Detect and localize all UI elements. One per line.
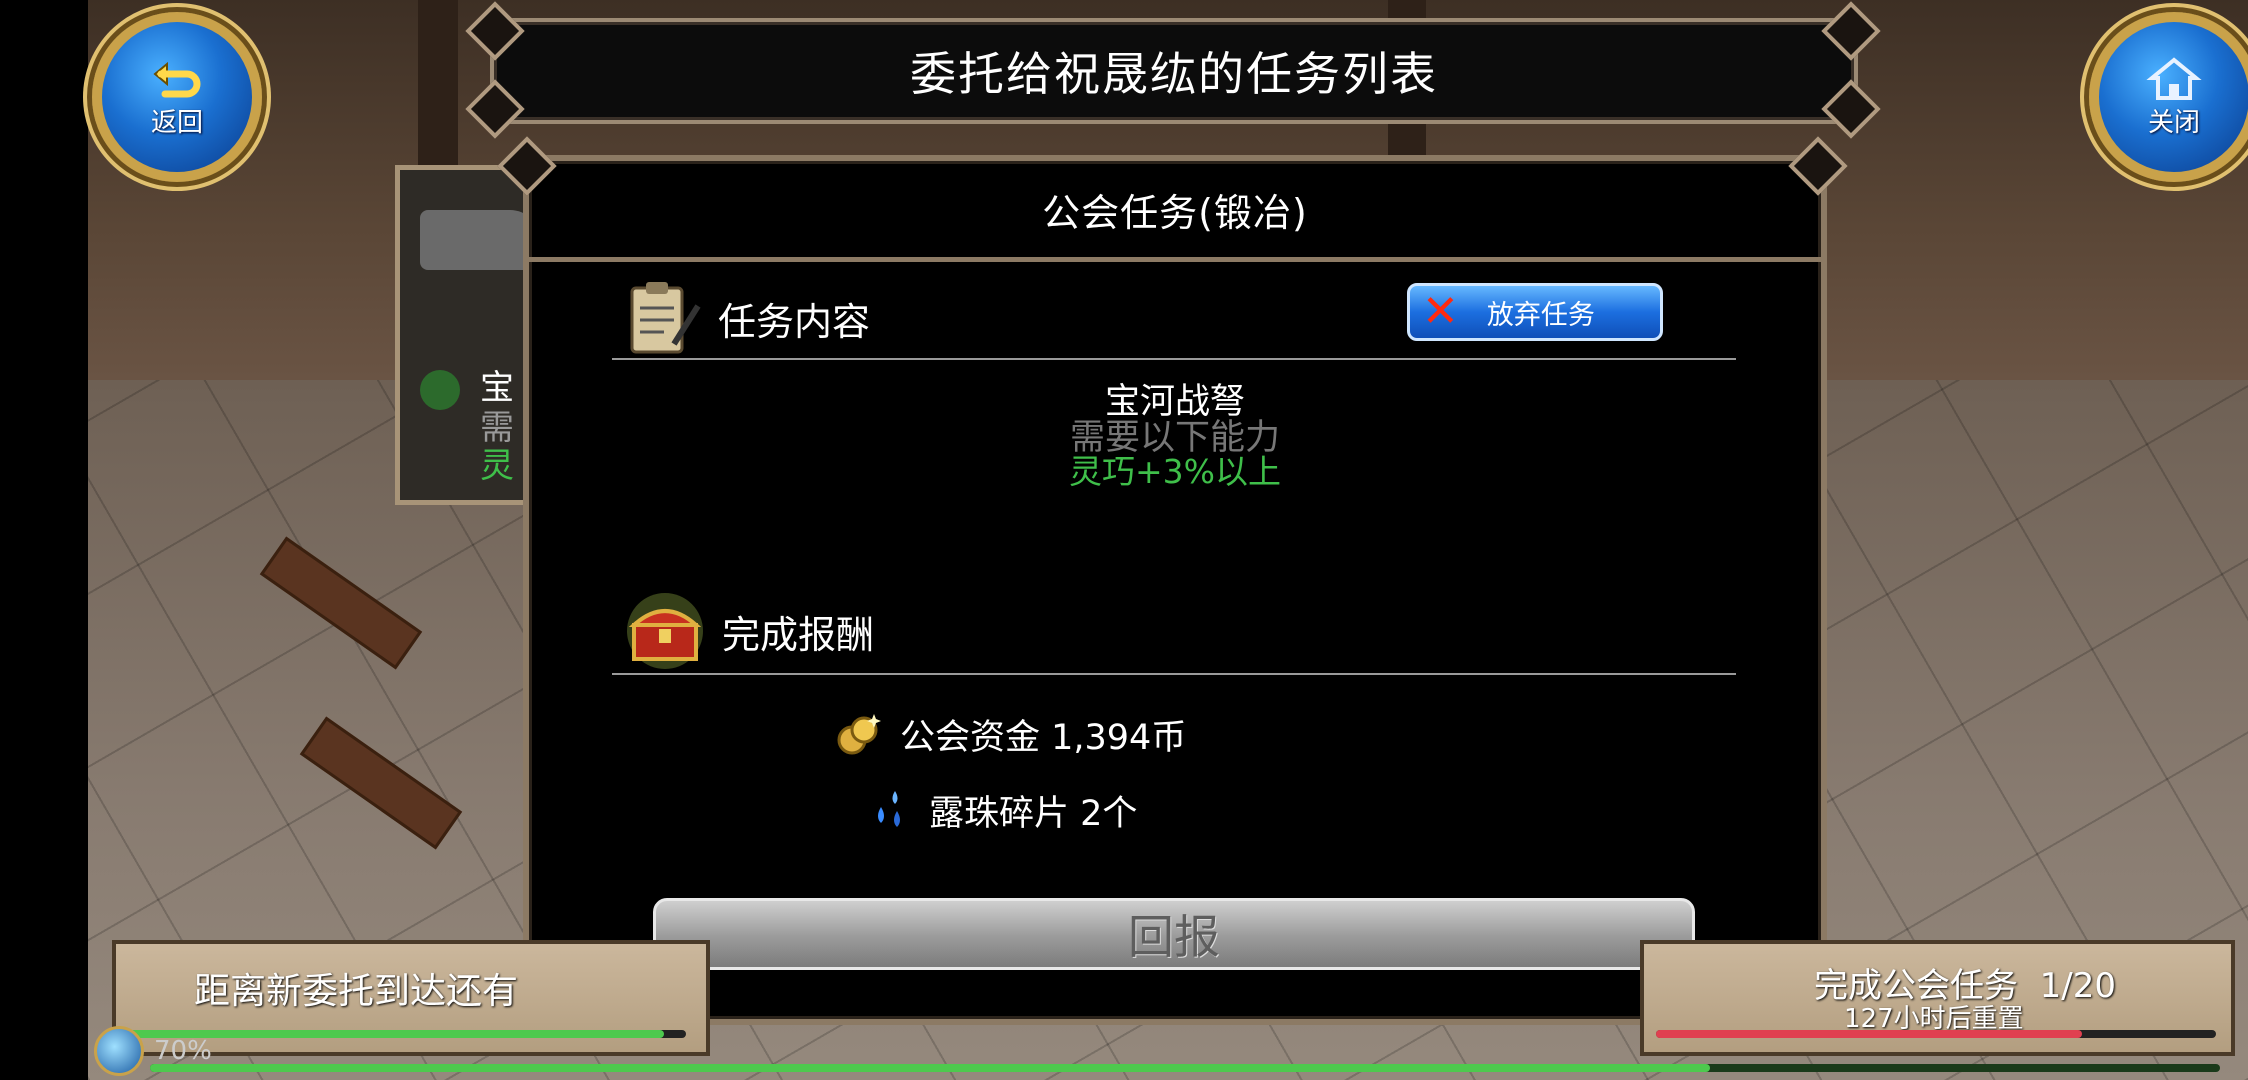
coins-icon [837,713,881,754]
abandon-task-label: 放弃任务 [1486,299,1595,331]
page-title: 委托给祝晟纮的任务列表 [910,47,1438,101]
reward-label: 完成报酬 [722,612,875,657]
close-label: 关闭 [2147,107,2200,138]
divider [612,358,1736,360]
globe-icon [94,1026,144,1076]
progress-percent: 70% [154,1036,212,1066]
dew-shard-icon [878,790,900,827]
experience-bar-track [150,1064,2220,1072]
back-arrow-icon [153,61,201,97]
task-content-heading: 任务内容 [624,278,870,358]
divider [612,673,1736,675]
back-button[interactable]: 返回 [92,12,262,182]
clipboard-icon [630,282,701,354]
home-icon [2146,56,2202,100]
reward-item: 露珠碎片 2个 [869,785,1137,836]
page-title-bar: 委托给祝晟纮的任务列表 [490,18,1858,124]
requirement-value: 灵巧+3%以上 [1068,452,1281,491]
reward-item: 公会资金 1,394币 [834,709,1186,760]
new-request-text: 距离新委托到达还有 [194,971,519,1012]
treasure-chest-icon [627,593,703,669]
abandon-task-button[interactable]: ✕ 放弃任务 [1407,283,1663,341]
hammer-icon [420,370,460,410]
dialog-header: 公会任务(锻冶) [529,161,1821,262]
guild-task-dialog: 公会任务(锻冶) 任务内容 ✕ 放弃任务 宝河战弩 需要以下能力 灵巧+3%以上… [523,155,1827,1025]
reward-guild-funds: 公会资金 1,394币 [900,718,1187,758]
back-label: 返回 [150,107,203,138]
guild-task-counter-panel: 完成公会任务 1/20 127小时后重置 [1640,940,2235,1056]
guild-task-progress-fill [1656,1030,2082,1038]
task-content-label: 任务内容 [718,299,871,344]
reward-heading: 完成报酬 [624,591,874,671]
cross-icon: ✕ [1422,286,1459,337]
report-label: 回报 [1128,910,1220,964]
dialog-title: 公会任务(锻冶) [1042,190,1308,235]
experience-bar-fill [150,1064,1710,1072]
anvil-icon [420,210,540,270]
guild-task-progress-track [1656,1030,2216,1038]
close-button[interactable]: 关闭 [2089,12,2248,182]
report-button[interactable]: 回报 [653,898,1695,970]
reward-dew-shards: 露珠碎片 2个 [929,794,1138,834]
